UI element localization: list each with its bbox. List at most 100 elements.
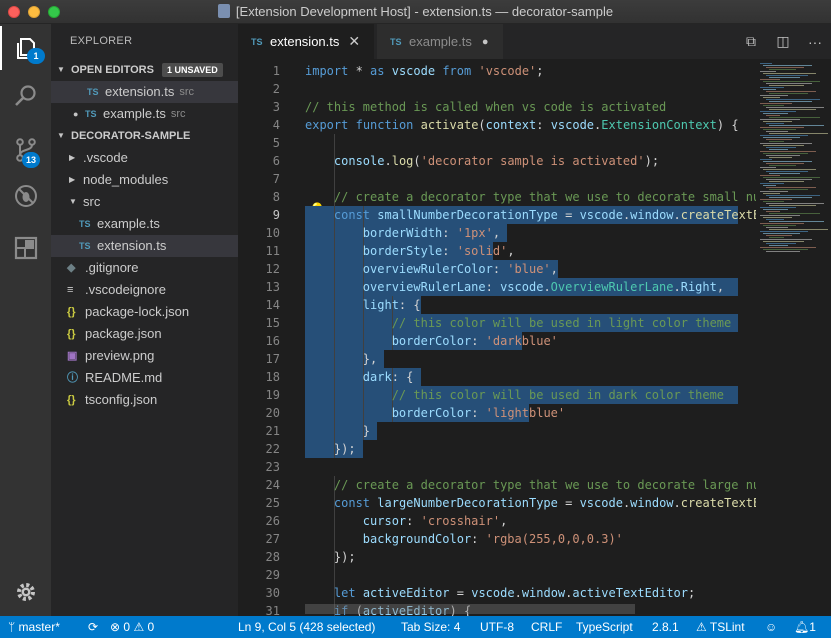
code-line[interactable]: backgroundColor: 'rgba(255,0,0,0.3)' — [305, 530, 623, 548]
cursor-position[interactable]: Ln 9, Col 5 (428 selected) — [238, 616, 375, 638]
code-token: window — [630, 208, 674, 222]
tree-item-readme[interactable]: ⓘ README.md — [51, 367, 238, 389]
open-editor-item[interactable]: ● TS example.ts src — [51, 103, 238, 125]
code-token: activeTextEditor — [572, 586, 688, 600]
encoding[interactable]: UTF-8 — [480, 616, 514, 638]
minimap-line — [763, 161, 812, 162]
code-line[interactable]: light: { — [305, 296, 421, 314]
horizontal-scrollbar[interactable] — [305, 604, 635, 614]
tree-item-vscode[interactable]: ▶ .vscode — [51, 147, 238, 169]
tree-item-package-lock[interactable]: {} package-lock.json — [51, 301, 238, 323]
activity-extensions[interactable] — [0, 226, 51, 270]
code-line[interactable]: // this color will be used in dark color… — [305, 386, 724, 404]
code-token: , — [500, 514, 508, 528]
tree-item-vscodeignore[interactable]: ≡ .vscodeignore — [51, 279, 238, 301]
notifications[interactable]: 🔔︎1 — [794, 616, 816, 638]
line-number: 2 — [272, 82, 280, 96]
line-number: 24 — [265, 478, 280, 492]
open-editor-item[interactable]: TS extension.ts src — [51, 81, 238, 103]
folder-header[interactable]: ▼ DECORATOR-SAMPLE — [51, 125, 238, 147]
code-token: 'vscode' — [478, 64, 537, 78]
minimap-line — [763, 121, 792, 122]
code-line[interactable]: } — [305, 422, 370, 440]
activity-explorer[interactable]: 1 — [0, 26, 51, 70]
tree-item-node-modules[interactable]: ▶ node_modules — [51, 169, 238, 191]
minimap-line — [760, 247, 816, 248]
code-token: : — [492, 262, 508, 276]
more-actions-icon[interactable]: ··· — [799, 34, 831, 50]
code-line[interactable]: // create a decorator type that we use t… — [305, 476, 756, 494]
code-line[interactable]: borderStyle: 'solid', — [305, 242, 515, 260]
code-line[interactable]: borderWidth: '1px', — [305, 224, 500, 242]
code-token: * — [348, 64, 371, 78]
code-line[interactable]: }); — [305, 440, 356, 458]
tree-item-preview-png[interactable]: ▣ preview.png — [51, 345, 238, 367]
code-line[interactable]: dark: { — [305, 368, 414, 386]
sync-icon[interactable]: ⟳ — [88, 616, 98, 638]
code-line[interactable]: export function activate(context: vscode… — [305, 116, 739, 134]
code-token: function — [355, 118, 414, 132]
activity-source-control[interactable]: 13 — [0, 128, 51, 172]
code-token: 'lightblue' — [485, 406, 566, 420]
feedback-smiley-icon[interactable]: ☺ — [765, 616, 777, 638]
code-line[interactable]: // this method is called when vs code is… — [305, 98, 666, 116]
line-ending[interactable]: CRLF — [531, 616, 562, 638]
code-token: export — [305, 118, 349, 132]
minimap-line — [760, 231, 808, 232]
tab-example-ts[interactable]: TS example.ts ● — [377, 24, 503, 59]
tslint-status[interactable]: ⚠ TSLint — [696, 616, 745, 638]
code-line[interactable]: let activeEditor = vscode.window.activeT… — [305, 584, 695, 602]
code-line[interactable]: import * as vscode from 'vscode'; — [305, 62, 544, 80]
code-line[interactable]: overviewRulerLane: vscode.OverviewRulerL… — [305, 278, 724, 296]
open-editors-header[interactable]: ▼ OPEN EDITORS 1 UNSAVED — [51, 59, 238, 81]
code-line[interactable]: console.log('decorator sample is activat… — [305, 152, 659, 170]
tab-size[interactable]: Tab Size: 4 — [401, 616, 460, 638]
code-line[interactable]: cursor: 'crosshair', — [305, 512, 508, 530]
code-line[interactable]: // this color will be used in light colo… — [305, 314, 732, 332]
branch-indicator[interactable]: ᛘ master* — [8, 616, 60, 638]
tree-item-example-ts[interactable]: TS example.ts — [51, 213, 238, 235]
activity-search[interactable] — [0, 74, 51, 118]
code-token: backgroundColor — [362, 532, 472, 546]
unsaved-dot-icon[interactable]: ● — [482, 36, 489, 48]
typescript-version[interactable]: 2.8.1 — [652, 616, 679, 638]
code-line[interactable]: overviewRulerColor: 'blue', — [305, 260, 558, 278]
activity-debug[interactable] — [0, 174, 51, 218]
language-mode[interactable]: TypeScript — [576, 616, 633, 638]
tab-label: example.ts — [409, 34, 472, 49]
code-line[interactable]: borderColor: 'darkblue' — [305, 332, 558, 350]
code-token: borderColor — [391, 406, 472, 420]
open-changes-icon[interactable]: ⧉ — [735, 33, 767, 50]
status-bar: ᛘ master* ⟳ ⊗ 0 ⚠ 0 Ln 9, Col 5 (428 sel… — [0, 616, 831, 638]
code-line[interactable]: // create a decorator type that we use t… — [305, 188, 756, 206]
open-editor-dir: src — [179, 86, 195, 98]
tree-item-package-json[interactable]: {} package.json — [51, 323, 238, 345]
editor-actions: ⧉ ◫ ··· — [735, 24, 831, 59]
code-line[interactable]: const largeNumberDecorationType = vscode… — [305, 494, 756, 512]
tree-item-tsconfig[interactable]: {} tsconfig.json — [51, 389, 238, 411]
code-line[interactable]: }, — [305, 350, 377, 368]
tab-extension-ts[interactable]: TS extension.ts ✕ — [238, 24, 374, 59]
tree-item-extension-ts[interactable]: TS extension.ts — [51, 235, 238, 257]
code-token: ; — [688, 586, 696, 600]
split-editor-icon[interactable]: ◫ — [767, 33, 799, 50]
code-line[interactable]: borderColor: 'lightblue' — [305, 404, 565, 422]
code-token: // this color will be used in light colo… — [391, 316, 732, 330]
code-editor[interactable]: 1 2 3 4 5 6 7 8 9 10 11 12 13 14 15 16 17 18 19 20 21 22 23 24 2… — [238, 59, 831, 616]
minimap[interactable] — [756, 59, 831, 616]
close-icon[interactable]: ✕ — [348, 33, 360, 50]
tree-item-src[interactable]: ▼ src — [51, 191, 238, 213]
code-line[interactable]: const smallNumberDecorationType = vscode… — [305, 206, 756, 224]
minimap-line — [769, 245, 788, 246]
code-area[interactable]: import * as vscode from 'vscode'; // this… — [305, 59, 756, 616]
json-file-icon: {} — [67, 394, 76, 406]
activity-manage[interactable] — [0, 570, 51, 614]
minimap-line — [766, 195, 820, 196]
minimap-line — [766, 187, 816, 188]
code-line[interactable]: }); — [305, 548, 356, 566]
problems-indicator[interactable]: ⊗ 0 ⚠ 0 — [110, 616, 154, 638]
tree-item-gitignore[interactable]: ◆ .gitignore — [51, 257, 238, 279]
